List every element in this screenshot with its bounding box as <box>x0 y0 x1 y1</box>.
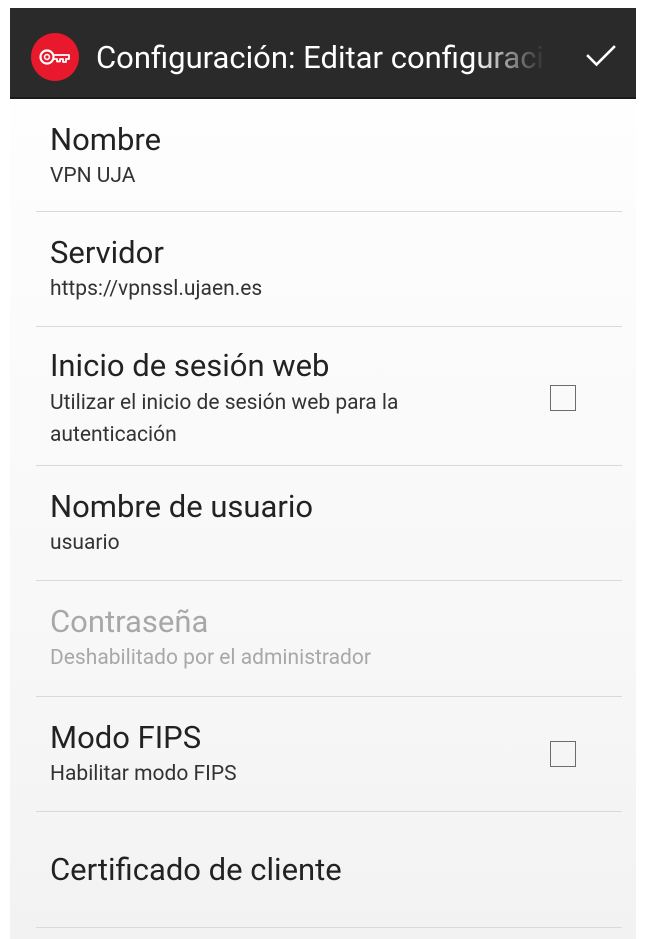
setting-username[interactable]: Nombre de usuario usuario <box>36 466 622 581</box>
key-icon[interactable] <box>31 33 79 81</box>
checkmark-icon[interactable] <box>576 34 626 78</box>
setting-fips[interactable]: Modo FIPS Habilitar modo FIPS <box>36 697 622 812</box>
setting-name[interactable]: Nombre VPN UJA <box>36 97 622 212</box>
setting-label: Modo FIPS <box>50 719 202 756</box>
setting-summary: usuario <box>50 531 120 555</box>
setting-label: Servidor <box>50 234 164 271</box>
setting-label: Inicio de sesión web <box>50 347 330 384</box>
action-bar: Configuración: Editar configuración <box>10 8 636 97</box>
setting-web-login[interactable]: Inicio de sesión web Utilizar el inicio … <box>36 327 622 466</box>
setting-client-certificate[interactable]: Certificado de cliente <box>36 812 622 928</box>
screen: Configuración: Editar configuración Nomb… <box>10 8 636 939</box>
setting-label: Nombre <box>50 121 162 158</box>
setting-summary: Utilizar el inicio de sesión web para la… <box>50 391 399 447</box>
settings-list: Nombre VPN UJA Servidor https://vpnssl.u… <box>10 97 636 928</box>
fips-checkbox[interactable] <box>550 741 576 767</box>
setting-password: Contraseña Deshabilitado por el administ… <box>36 581 622 697</box>
setting-summary: Deshabilitado por el administrador <box>50 646 371 670</box>
screen-title: Configuración: Editar configuración <box>96 39 546 76</box>
setting-summary: https://vpnssl.ujaen.es <box>50 277 263 301</box>
setting-summary: VPN UJA <box>50 164 136 188</box>
web-login-checkbox[interactable] <box>550 385 576 411</box>
setting-summary: Habilitar modo FIPS <box>50 762 237 786</box>
setting-label: Contraseña <box>50 603 209 640</box>
setting-label: Certificado de cliente <box>50 851 342 888</box>
setting-server[interactable]: Servidor https://vpnssl.ujaen.es <box>36 212 622 327</box>
setting-label: Nombre de usuario <box>50 488 314 525</box>
